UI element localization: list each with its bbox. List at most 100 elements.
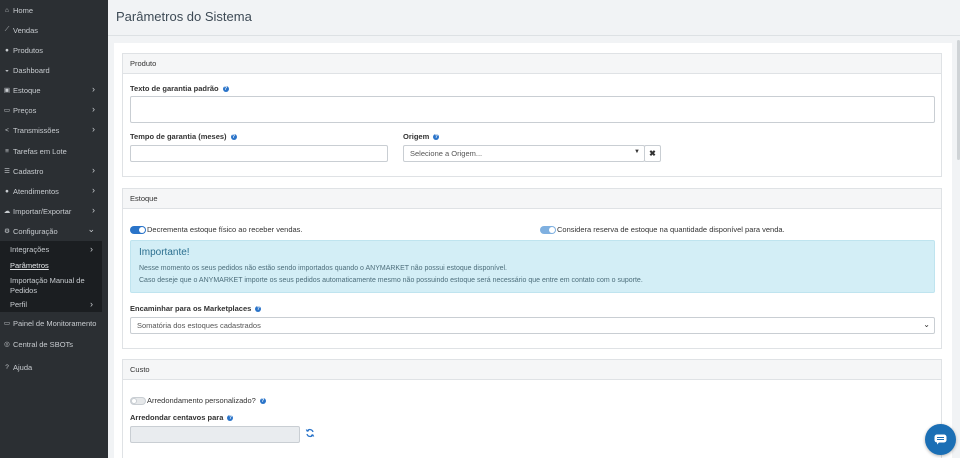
estoque-card: Estoque Decrementa estoque físico ao rec…: [122, 188, 942, 349]
alert-line-2: Caso deseje que o ANYMARKET importe os s…: [139, 277, 643, 284]
caret-down-icon: ▼: [634, 149, 640, 155]
sidebar-item-label: Atendimentos: [13, 186, 59, 196]
chevron-right-icon: ›: [92, 165, 95, 175]
sidebar-item-label: Central de SBOTs: [13, 339, 74, 349]
garantia-tempo-input[interactable]: [130, 145, 388, 162]
help-icon[interactable]: ?: [227, 415, 234, 422]
submenu-item-label-line2: Pedidos: [10, 286, 38, 295]
sidebar-item-cadastro[interactable]: ☰ Cadastro ›: [0, 164, 108, 178]
header-divider: [108, 35, 960, 36]
comment-icon: ●: [5, 187, 9, 195]
sidebar-item-label: Dashboard: [13, 65, 50, 75]
submenu-item-perfil[interactable]: Perfil ›: [10, 299, 93, 309]
encaminhar-select-value: Somatória dos estoques cadastrados: [137, 321, 261, 330]
chat-button[interactable]: [925, 424, 956, 455]
sidebar-item-configuracao[interactable]: ⚙ Configuração ⌄: [0, 224, 108, 238]
custo-card: Custo Arredondamento personalizado?? Arr…: [122, 359, 942, 458]
produto-card: Produto Texto de garantia padrão? Tempo …: [122, 53, 942, 177]
submenu-item-label-line1: Importação Manual de: [10, 276, 85, 285]
chevron-right-icon: ›: [90, 244, 93, 254]
close-icon: ✖: [649, 149, 656, 158]
sidebar-item-atendimentos[interactable]: ● Atendimentos ›: [0, 184, 108, 198]
arredondar-centavos-input: [130, 426, 300, 443]
origem-clear-button[interactable]: ✖: [644, 145, 661, 162]
robot-icon: ◎: [4, 341, 10, 348]
sidebar-item-label: Ajuda: [13, 362, 33, 372]
refresh-icon[interactable]: [305, 428, 315, 438]
origem-select-placeholder: Selecione a Origem...: [410, 149, 483, 158]
chevron-right-icon: ›: [92, 104, 95, 114]
submenu-item-integracoes[interactable]: Integrações ›: [10, 244, 93, 254]
chart-line-icon: ⟋: [4, 26, 10, 33]
chevron-down-icon: ⌄: [87, 224, 95, 234]
sidebar-item-label: Painel de Monitoramento: [13, 318, 97, 328]
list-icon: ≡: [5, 147, 9, 155]
label-text: Texto de garantia padrão: [130, 84, 219, 93]
chevron-right-icon: ›: [92, 84, 95, 94]
alert-title: Importante!: [139, 247, 190, 258]
arredondar-centavos-label: Arredondar centavos para?: [130, 413, 234, 422]
importante-alert: Importante! Nesse momento os seus pedido…: [130, 240, 935, 293]
origem-select[interactable]: Selecione a Origem... ▼: [403, 145, 645, 162]
submenu-item-label: Perfil: [10, 300, 28, 309]
chevron-right-icon: ›: [92, 205, 95, 215]
garantia-texto-label: Texto de garantia padrão?: [130, 84, 229, 93]
chevron-down-icon: ⌄: [923, 320, 930, 329]
sidebar-item-ajuda[interactable]: ? Ajuda: [0, 360, 108, 374]
submenu-item-importacao-manual[interactable]: Importação Manual de Pedidos: [10, 276, 85, 295]
sidebar-item-importar-exportar[interactable]: ☁ Importar/Exportar ›: [0, 204, 108, 218]
help-icon[interactable]: ?: [255, 306, 262, 313]
arredondamento-toggle[interactable]: [130, 397, 146, 405]
card-header: Produto: [123, 54, 941, 74]
help-icon[interactable]: ?: [222, 86, 229, 93]
cloud-icon: ☁: [3, 208, 11, 215]
decrementa-estoque-label: Decrementa estoque físico ao receber ven…: [147, 225, 303, 234]
submenu-item-parametros[interactable]: Parâmetros: [10, 261, 49, 270]
label-text: Origem: [403, 132, 430, 141]
home-icon: ⌂: [5, 6, 9, 14]
alert-line-1: Nesse momento os seus pedidos não estão …: [139, 265, 507, 272]
sidebar-item-label: Home: [13, 5, 34, 15]
sidebar-item-home[interactable]: ⌂ Home: [0, 3, 108, 17]
sidebar: ⌂ Home ⟋ Vendas ● Produtos ◒ Dashboard ▣…: [0, 0, 108, 458]
sidebar-item-label: Importar/Exportar: [13, 206, 72, 216]
sidebar-item-painel-monitoramento[interactable]: ▭ Painel de Monitoramento: [0, 316, 108, 330]
sidebar-item-precos[interactable]: ▭ Preços ›: [0, 103, 108, 117]
encaminhar-label: Encaminhar para os Marketplaces?: [130, 304, 262, 313]
card-header: Estoque: [123, 189, 941, 209]
considera-reserva-toggle[interactable]: [540, 226, 556, 234]
chat-icon: [934, 434, 947, 445]
card-header: Custo: [123, 360, 941, 380]
sidebar-item-label: Tarefas em Lote: [13, 146, 67, 156]
sidebar-item-label: Estoque: [13, 85, 41, 95]
chevron-right-icon: ›: [92, 185, 95, 195]
submenu-item-label: Integrações: [10, 245, 50, 254]
label-text: Arredondamento personalizado?: [147, 396, 256, 405]
garantia-texto-input[interactable]: [130, 96, 935, 123]
garantia-tempo-label: Tempo de garantia (meses)?: [130, 132, 237, 141]
help-icon[interactable]: ?: [259, 398, 266, 405]
gear-icon: ⚙: [4, 228, 10, 235]
sidebar-item-label: Transmissões: [13, 125, 60, 135]
sidebar-item-estoque[interactable]: ▣ Estoque ›: [0, 83, 108, 97]
sidebar-item-vendas[interactable]: ⟋ Vendas: [0, 23, 108, 37]
page-title: Parâmetros do Sistema: [116, 9, 252, 24]
sidebar-item-label: Configuração: [13, 226, 58, 236]
help-icon[interactable]: ?: [433, 134, 440, 141]
sidebar-item-transmissoes[interactable]: < Transmissões ›: [0, 123, 108, 137]
label-text: Tempo de garantia (meses): [130, 132, 227, 141]
share-icon: <: [5, 126, 9, 134]
label-text: Arredondar centavos para: [130, 413, 224, 422]
decrementa-estoque-toggle[interactable]: [130, 226, 146, 234]
sidebar-item-tarefas-em-lote[interactable]: ≡ Tarefas em Lote: [0, 144, 108, 158]
sidebar-item-dashboard[interactable]: ◒ Dashboard: [0, 63, 108, 77]
encaminhar-select[interactable]: Somatória dos estoques cadastrados ⌄: [130, 317, 935, 334]
sidebar-item-central-sbots[interactable]: ◎ Central de SBOTs: [0, 337, 108, 351]
sidebar-item-label: Vendas: [13, 25, 39, 35]
sidebar-item-label: Produtos: [13, 45, 44, 55]
sidebar-item-label: Preços: [13, 105, 37, 115]
considera-reserva-label: Considera reserva de estoque na quantida…: [557, 225, 785, 234]
help-icon[interactable]: ?: [230, 134, 237, 141]
sidebar-item-produtos[interactable]: ● Produtos: [0, 43, 108, 57]
money-icon: ▭: [3, 107, 11, 114]
